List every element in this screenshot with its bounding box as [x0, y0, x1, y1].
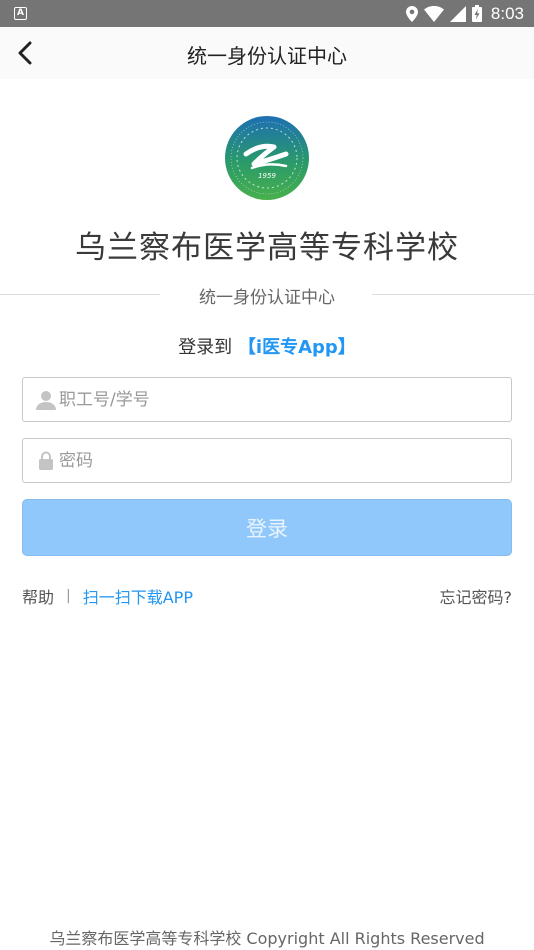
lock-icon: [35, 450, 57, 472]
password-input[interactable]: [57, 439, 511, 482]
logo-year: 1959: [258, 172, 276, 180]
copyright-footer: 乌兰察布医学高等专科学校 Copyright All Rights Reserv…: [49, 929, 485, 948]
password-field[interactable]: [22, 438, 512, 483]
login-target: 登录到 【i医专App】: [0, 333, 534, 359]
link-separator: |: [66, 588, 71, 604]
username-input[interactable]: [57, 378, 511, 421]
status-time: 8:03: [490, 3, 524, 23]
signal-icon: [449, 5, 466, 22]
page-title: 统一身份认证中心: [187, 44, 347, 68]
notification-app-icon: A: [14, 7, 27, 20]
user-icon: [35, 389, 57, 411]
wifi-icon: [423, 5, 444, 22]
login-button[interactable]: 登录: [22, 499, 512, 556]
username-field[interactable]: [22, 377, 512, 422]
links-row: 帮助 | 扫一扫下载APP 忘记密码?: [22, 584, 512, 608]
app-name-link[interactable]: 【i医专App】: [238, 337, 356, 358]
location-icon: [405, 5, 418, 22]
divider-line-right: [372, 294, 534, 295]
divider-label: 统一身份认证中心: [199, 288, 335, 308]
help-link[interactable]: 帮助: [22, 584, 54, 608]
battery-icon: [471, 5, 482, 22]
app-bar: 统一身份认证中心: [0, 27, 534, 79]
login-to-prefix: 登录到: [178, 337, 233, 358]
school-name: 乌兰察布医学高等专科学校: [75, 230, 459, 266]
status-bar: A 8:03: [0, 0, 534, 27]
school-logo: 1959: [224, 114, 310, 202]
section-divider: 统一身份认证中心: [0, 282, 534, 308]
forgot-password-link[interactable]: 忘记密码?: [440, 584, 513, 608]
scan-download-link[interactable]: 扫一扫下载APP: [83, 584, 193, 608]
